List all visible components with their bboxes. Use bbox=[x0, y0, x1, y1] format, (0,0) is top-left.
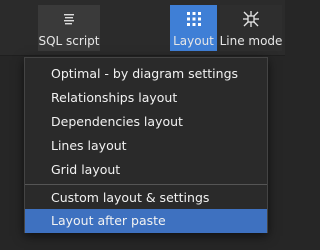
grid-layout-icon bbox=[186, 5, 202, 33]
toolbar: SQL script Layout Line mode bbox=[0, 0, 285, 56]
line-mode-label: Line mode bbox=[219, 34, 283, 48]
menu-item-custom-layout-settings[interactable]: Custom layout & settings bbox=[25, 186, 267, 210]
menu-item-lines-layout[interactable]: Lines layout bbox=[25, 134, 267, 158]
line-mode-button[interactable]: Line mode bbox=[220, 5, 282, 51]
layout-dropdown-menu: Optimal - by diagram settings Relationsh… bbox=[24, 57, 268, 233]
sql-script-label: SQL script bbox=[38, 34, 100, 48]
menu-item-grid-layout[interactable]: Grid layout bbox=[25, 158, 267, 182]
menu-item-optimal[interactable]: Optimal - by diagram settings bbox=[25, 62, 267, 86]
layout-label: Layout bbox=[173, 34, 214, 48]
line-mode-icon bbox=[241, 5, 261, 33]
layout-button[interactable]: Layout bbox=[170, 5, 217, 51]
menu-item-dependencies-layout[interactable]: Dependencies layout bbox=[25, 110, 267, 134]
menu-item-relationships-layout[interactable]: Relationships layout bbox=[25, 86, 267, 110]
document-lines-icon bbox=[62, 5, 76, 33]
menu-separator bbox=[25, 184, 267, 185]
sql-script-button[interactable]: SQL script bbox=[38, 5, 100, 51]
menu-item-layout-after-paste[interactable]: Layout after paste bbox=[25, 209, 267, 233]
